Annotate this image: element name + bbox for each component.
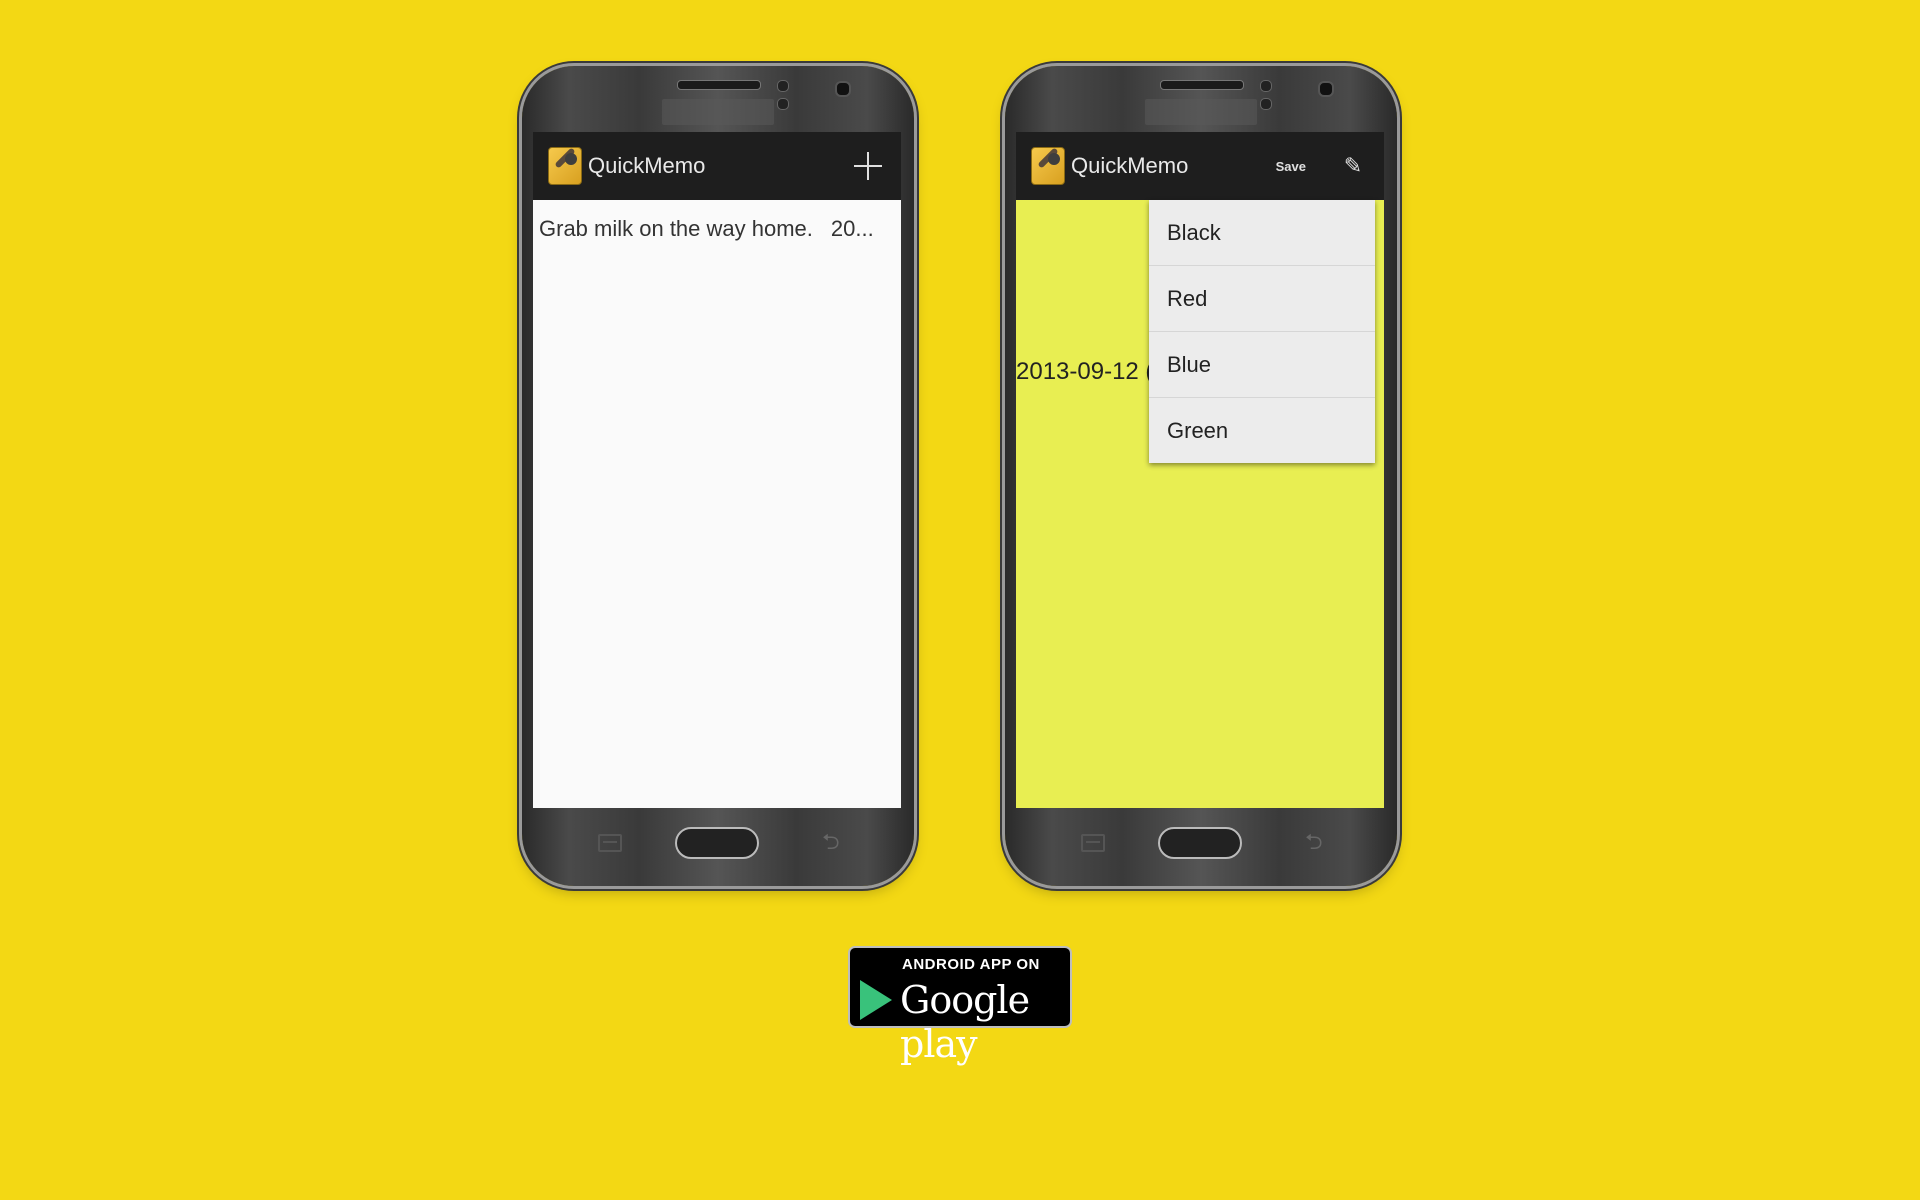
memo-date-text: 2013-09-12 ( — [1016, 358, 1154, 385]
action-bar: QuickMemo Save ✎ — [1016, 132, 1384, 200]
app-pin-icon[interactable] — [548, 147, 582, 185]
earpiece — [662, 99, 774, 125]
menu-icon[interactable] — [1081, 834, 1105, 852]
sensors — [777, 79, 801, 110]
menu-item-green[interactable]: Green — [1149, 398, 1375, 463]
right-screen: QuickMemo Save ✎ 2013-09-12 ( Black Red … — [1016, 132, 1384, 808]
app-title: QuickMemo — [588, 153, 706, 178]
speaker-grille — [677, 80, 761, 90]
sensors — [1260, 79, 1284, 110]
memo-list-item[interactable]: Grab milk on the way home. 20... — [533, 212, 901, 246]
back-icon[interactable]: ⮌ — [1305, 825, 1323, 863]
front-camera — [1318, 81, 1334, 97]
badge-top-text: ANDROID APP ON — [902, 956, 1040, 973]
color-menu: Black Red Blue Green — [1149, 200, 1375, 463]
play-triangle-icon — [860, 980, 892, 1020]
pencil-icon[interactable]: ✎ — [1342, 155, 1364, 177]
nav-bar: ⮌ — [1005, 814, 1397, 886]
nav-bar: ⮌ — [522, 814, 914, 886]
front-camera — [835, 81, 851, 97]
action-bar: QuickMemo — [533, 132, 901, 200]
home-icon[interactable] — [675, 827, 759, 859]
memo-text: Grab milk on the way home. — [539, 216, 813, 241]
speaker-grille — [1160, 80, 1244, 90]
app-pin-icon[interactable] — [1031, 147, 1065, 185]
menu-item-blue[interactable]: Blue — [1149, 332, 1375, 398]
menu-icon[interactable] — [598, 834, 622, 852]
save-button[interactable]: Save — [1276, 159, 1306, 174]
left-phone: QuickMemo Grab milk on the way home. 20.… — [522, 66, 914, 886]
right-phone: QuickMemo Save ✎ 2013-09-12 ( Black Red … — [1005, 66, 1397, 886]
earpiece — [1145, 99, 1257, 125]
plus-icon[interactable] — [853, 151, 883, 181]
app-title: QuickMemo — [1071, 153, 1189, 178]
menu-item-red[interactable]: Red — [1149, 266, 1375, 332]
left-screen: QuickMemo Grab milk on the way home. 20.… — [533, 132, 901, 808]
home-icon[interactable] — [1158, 827, 1242, 859]
menu-item-black[interactable]: Black — [1149, 200, 1375, 266]
back-icon[interactable]: ⮌ — [822, 825, 840, 863]
memo-date: 20... — [830, 216, 874, 241]
badge-main-text: Google play — [900, 978, 1030, 1066]
google-play-badge[interactable]: ANDROID APP ON Google play — [848, 946, 1072, 1066]
